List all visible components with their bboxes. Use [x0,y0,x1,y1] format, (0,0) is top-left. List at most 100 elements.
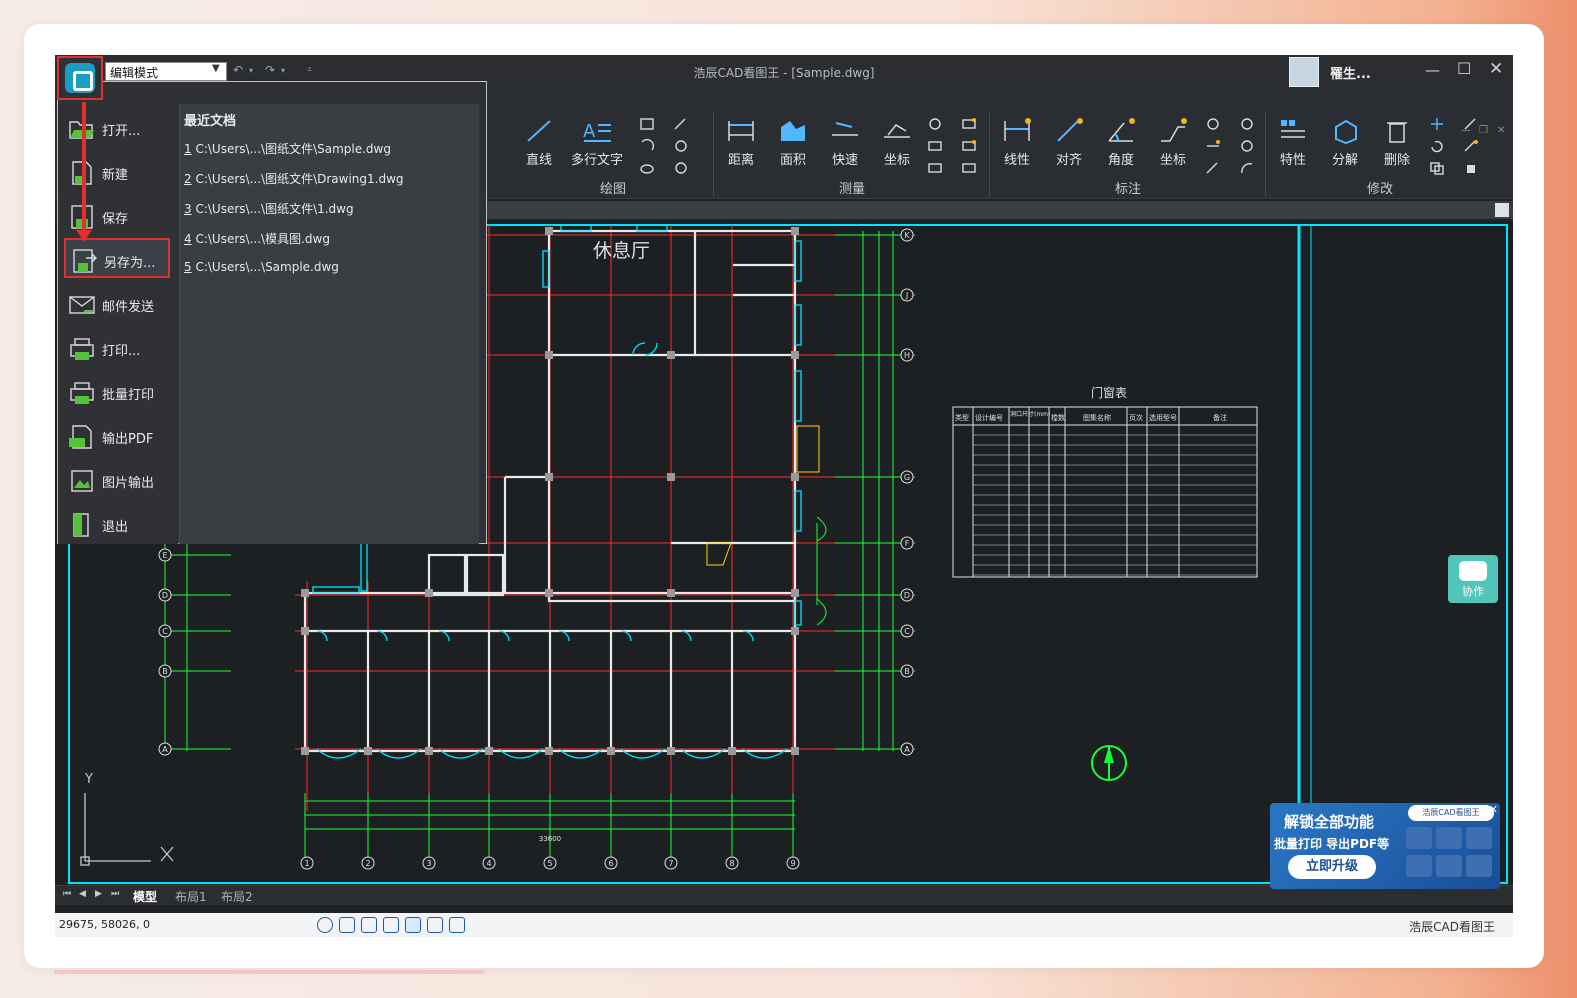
delete-button[interactable]: 删除 [1373,117,1421,168]
bottom-axis-label-4: 4 [486,859,491,868]
mtext-button[interactable]: A 多行文字 [565,117,629,168]
recent-document-item[interactable]: 2 C:\Users\...\图纸文件\Drawing1.dwg [184,170,404,187]
print-command[interactable]: 打印... [64,328,170,368]
upgrade-button[interactable]: 立即升级 [1288,855,1376,879]
ribbon-group-measure-label: 测量 [838,182,865,197]
recent-document-item[interactable]: 3 C:\Users\...\图纸文件\1.dwg [184,200,354,217]
close-icon[interactable]: ✕ [1489,59,1503,79]
measure-small-icon[interactable] [961,161,977,175]
exit-command[interactable]: 退出 [64,504,170,544]
maximize-icon[interactable]: ☐ [1457,59,1471,78]
annotate-small-icon[interactable] [1239,139,1255,153]
cad-app-window: 编辑模式 ▼ ↶ ▾ ↷ ▾ ⩡ 浩辰CAD看图王 - [Sample.dwg]… [55,55,1513,937]
polar-icon[interactable] [427,917,443,933]
properties-button[interactable]: 特性 [1269,117,1317,168]
grid-icon[interactable] [339,917,355,933]
promo-close-icon[interactable]: ✕ [1489,803,1498,816]
doc-close-icon[interactable]: ✕ [1497,125,1505,136]
annotate-small-icon[interactable] [1239,161,1255,175]
fullscreen-icon[interactable] [449,917,465,933]
linear-dim-button[interactable]: 线性 [993,117,1041,168]
recent-document-path: C:\Users\...\图纸文件\Sample.dwg [195,142,391,156]
area-icon [781,121,805,141]
recent-document-path: C:\Users\...\模具图.dwg [195,232,330,246]
line-button[interactable]: 直线 [515,117,563,168]
stretch-icon[interactable] [1463,117,1479,131]
annotate-small-icon[interactable] [1239,117,1255,131]
save-as-command[interactable]: 另存为... [64,238,170,278]
measure-small-icon[interactable] [961,117,977,131]
area-button[interactable]: 面积 [769,117,817,168]
angle-dim-button-label: 角度 [1107,153,1134,168]
recent-document-item[interactable]: 5 C:\Users\...\Sample.dwg [184,260,339,274]
save-command-label: 保存 [102,212,129,227]
circle-icon[interactable] [673,139,689,153]
bottom-total-dimension: 33600 [539,835,561,843]
measure-small-icon[interactable] [961,139,977,153]
explode-button[interactable]: 分解 [1321,117,1369,168]
minimize-icon[interactable]: — [1425,61,1440,79]
pdf-icon [69,425,92,449]
pen-icon[interactable] [673,117,689,131]
promo-feature-icons [1406,827,1494,883]
save-as-command-label: 另存为... [104,256,156,271]
first-layout-icon[interactable]: ⏮ [63,889,71,899]
angle-dim-button[interactable]: 角度 [1097,117,1145,168]
app-menu-button[interactable] [57,56,103,100]
measure-small-icon[interactable] [927,139,943,153]
move-icon[interactable] [1429,117,1445,131]
collaborate-button[interactable]: 协作 [1448,555,1498,603]
aligned-dim-button[interactable]: 对齐 [1045,117,1093,168]
snap-icon[interactable] [317,917,333,933]
avatar[interactable] [1289,57,1319,87]
distance-button[interactable]: 距离 [717,117,765,168]
coord-dim-icon [1161,118,1187,142]
last-layout-icon[interactable]: ⏭ [111,889,119,899]
prev-layout-icon[interactable]: ◀ [79,889,86,899]
delete-button-label: 删除 [1383,153,1410,168]
new-command[interactable]: 新建 [64,152,170,192]
annotate-small-icon[interactable] [1205,161,1221,175]
coordinate-readout: 29675, 58026, 0 [59,918,150,931]
zoom-icon[interactable] [361,917,377,933]
ucs-icon [80,793,174,866]
next-layout-icon[interactable]: ▶ [95,889,102,899]
area-button-label: 面积 [779,153,806,168]
tab-model[interactable]: 模型 [133,888,157,905]
export-pdf-command[interactable]: 输出PDF [64,416,170,456]
upgrade-promo[interactable]: 浩辰CAD看图王 ✕ 解锁全部功能 批量打印 导出PDF等 立即升级 [1270,803,1500,889]
ortho-icon[interactable] [383,917,399,933]
rectangle-icon[interactable] [639,117,655,131]
open-command[interactable]: 打开... [64,108,170,148]
export-image-command[interactable]: 图片输出 [64,460,170,500]
annotate-small-icon[interactable] [1205,139,1221,153]
scale-icon[interactable] [1463,161,1479,175]
batch-print-command[interactable]: 批量打印 [64,372,170,412]
axis-label-g: G [904,473,910,482]
email-command[interactable]: 邮件发送 [64,284,170,324]
measure-small-icon[interactable] [927,161,943,175]
tab-layout1[interactable]: 布局1 [175,888,207,905]
measure-coord-button[interactable]: 坐标 [873,117,921,168]
tab-dropdown-button[interactable] [1495,203,1509,217]
measure-small-icon[interactable] [927,117,943,131]
coord-dim-button[interactable]: 坐标 [1149,117,1197,168]
user-name[interactable]: 罹生... [1330,63,1371,82]
rotate-icon[interactable] [1429,139,1445,153]
tab-layout2[interactable]: 布局2 [221,888,253,905]
bottom-axis-label-9: 9 [790,859,795,868]
osnap-icon[interactable] [405,917,421,933]
right-axis-bubbles [900,228,914,756]
cloud-icon[interactable] [639,161,655,175]
annotate-small-icon[interactable] [1205,117,1221,131]
recent-document-item[interactable]: 1 C:\Users\...\图纸文件\Sample.dwg [184,140,391,157]
open-command-label: 打开... [102,124,141,139]
trim-icon[interactable] [1463,139,1479,153]
promo-headline: 解锁全部功能 [1284,813,1375,831]
quick-measure-button[interactable]: 快速 [821,117,869,168]
arc-icon[interactable] [639,139,655,153]
copy-icon[interactable] [1429,161,1445,175]
recent-document-item[interactable]: 4 C:\Users\...\模具图.dwg [184,230,330,247]
ellipse-icon[interactable] [673,161,689,175]
line-icon [527,120,551,142]
